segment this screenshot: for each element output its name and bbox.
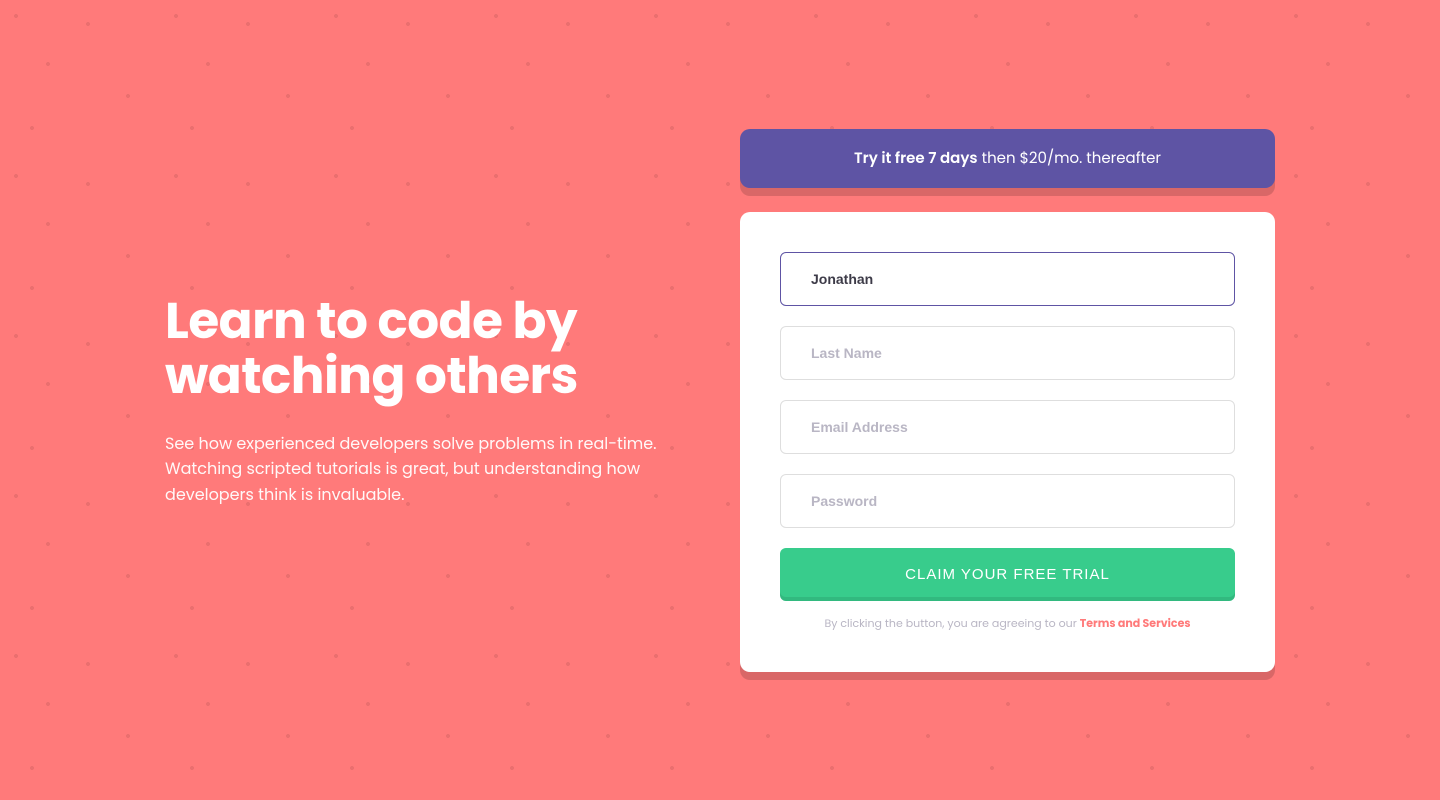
terms-text: By clicking the button, you are agreeing… (780, 615, 1235, 632)
terms-link[interactable]: Terms and Services (1080, 615, 1191, 631)
trial-banner[interactable]: Try it free 7 days then $20/mo. thereaft… (740, 129, 1275, 188)
signup-card: CLAIM YOUR FREE TRIAL By clicking the bu… (740, 212, 1275, 672)
terms-prefix: By clicking the button, you are agreeing… (825, 615, 1080, 631)
signup-section: Try it free 7 days then $20/mo. thereaft… (740, 129, 1275, 672)
hero-subtext: See how experienced developers solve pro… (165, 431, 690, 508)
claim-trial-button[interactable]: CLAIM YOUR FREE TRIAL (780, 548, 1235, 601)
first-name-input[interactable] (780, 252, 1235, 306)
hero-section: Learn to code by watching others See how… (165, 293, 690, 508)
last-name-input[interactable] (780, 326, 1235, 380)
banner-rest-text: then $20/mo. thereafter (978, 148, 1161, 169)
password-input[interactable] (780, 474, 1235, 528)
main-container: Learn to code by watching others See how… (0, 0, 1440, 800)
email-input[interactable] (780, 400, 1235, 454)
hero-heading: Learn to code by watching others (165, 293, 690, 403)
banner-bold-text: Try it free 7 days (854, 148, 978, 169)
